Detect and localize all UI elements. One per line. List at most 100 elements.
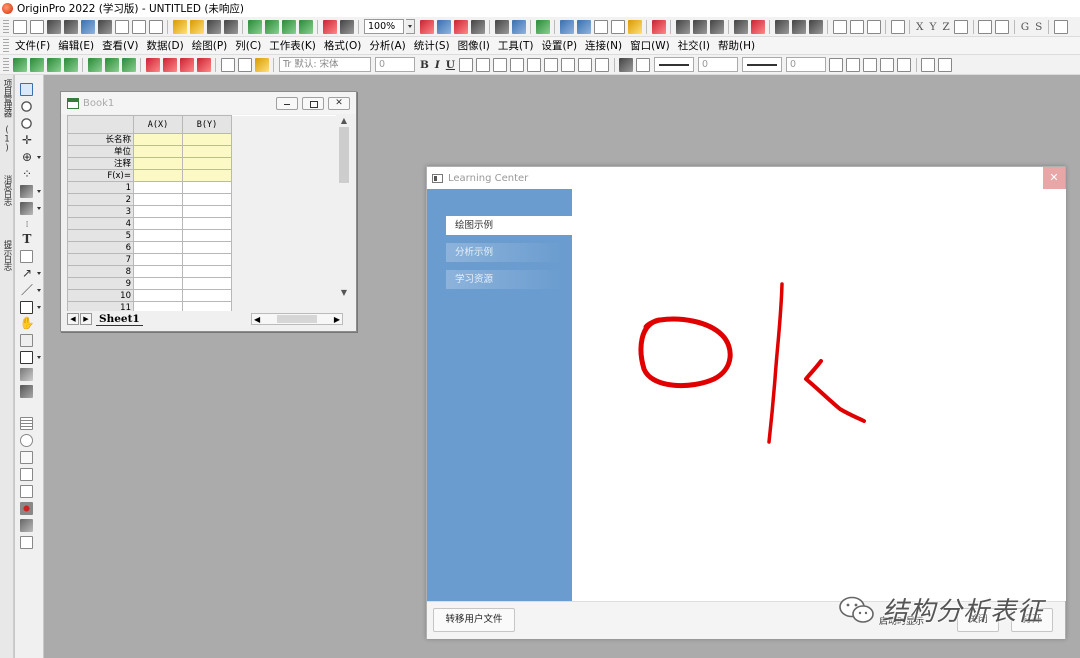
symbol-icon[interactable]: [880, 57, 895, 72]
menu-window[interactable]: 窗口(W): [630, 38, 670, 53]
text-tool-icon[interactable]: T: [19, 233, 35, 246]
distribute-icon[interactable]: [921, 57, 936, 72]
rectangle-tool-icon[interactable]: [20, 301, 33, 314]
meta-cell[interactable]: [182, 169, 232, 182]
custom-tool-icon[interactable]: [627, 19, 642, 34]
row-header[interactable]: 11: [67, 301, 134, 311]
statistics-icon[interactable]: [692, 19, 707, 34]
plot-symbol-icon[interactable]: [46, 57, 61, 72]
data-cell[interactable]: [133, 301, 183, 311]
grid-icon[interactable]: [863, 57, 878, 72]
menu-view[interactable]: 查看(V): [102, 38, 138, 53]
no-data-icon[interactable]: [20, 502, 33, 515]
font-increase-icon[interactable]: [527, 57, 542, 72]
results-log-icon[interactable]: [453, 19, 468, 34]
meta-cell[interactable]: [133, 157, 183, 170]
meta-cell[interactable]: [133, 169, 183, 182]
layer-tool-icon[interactable]: [20, 334, 33, 347]
chevron-down-icon[interactable]: [37, 356, 41, 361]
table-tool-icon[interactable]: [20, 451, 33, 464]
merge-tool-icon[interactable]: [20, 519, 33, 532]
superscript-icon[interactable]: [459, 57, 474, 72]
arrow-tool-icon[interactable]: ↗: [19, 267, 35, 280]
italic-button[interactable]: I: [435, 59, 440, 71]
column-chart-icon[interactable]: [791, 19, 806, 34]
close-icon[interactable]: ✕: [328, 96, 350, 110]
menu-data[interactable]: 数据(D): [146, 38, 183, 53]
supersub-icon[interactable]: [493, 57, 508, 72]
data-cell[interactable]: [133, 229, 183, 242]
stack-chart-icon[interactable]: [808, 19, 823, 34]
filter-icon[interactable]: [832, 19, 847, 34]
graph-browser-icon[interactable]: [559, 19, 574, 34]
close-icon[interactable]: ✕: [1043, 167, 1065, 189]
new-matrix-icon[interactable]: [97, 19, 112, 34]
transfer-user-files-button[interactable]: 转移用户文件: [433, 608, 515, 632]
duplicate-icon[interactable]: [419, 19, 434, 34]
bullet-icon[interactable]: [578, 57, 593, 72]
maximize-icon[interactable]: [302, 96, 324, 110]
data-cell[interactable]: [182, 289, 232, 302]
scroll-left-icon[interactable]: ◀: [254, 315, 260, 324]
row-header[interactable]: 5: [67, 229, 134, 242]
sheet-next-icon[interactable]: ▶: [80, 313, 92, 325]
refresh-icon[interactable]: [339, 19, 354, 34]
meta-cell[interactable]: [133, 145, 183, 158]
row-header[interactable]: 10: [67, 289, 134, 302]
data-cell[interactable]: [182, 181, 232, 194]
image-view-icon[interactable]: [610, 19, 625, 34]
workbook-title-bar[interactable]: Book1 ✕: [61, 92, 356, 114]
plot-column-icon[interactable]: [63, 57, 78, 72]
data-cell[interactable]: [182, 301, 232, 311]
data-cell[interactable]: [182, 265, 232, 278]
data-cell[interactable]: [182, 193, 232, 206]
paste-icon[interactable]: [254, 57, 269, 72]
fill-pattern-select[interactable]: [741, 57, 782, 72]
border-icon[interactable]: [846, 57, 861, 72]
zoom-out-icon[interactable]: [20, 117, 33, 130]
sort-icon[interactable]: [709, 19, 724, 34]
row-statistics-icon[interactable]: [750, 19, 765, 34]
worksheet-vertical-scrollbar[interactable]: ▲ ▼: [337, 115, 351, 311]
row-header[interactable]: 3: [67, 205, 134, 218]
chevron-down-icon[interactable]: [37, 306, 41, 311]
scroll-down-icon[interactable]: ▼: [337, 287, 351, 299]
axis-y-button[interactable]: Y: [929, 21, 936, 33]
worksheet-horizontal-scrollbar[interactable]: ◀ ▶: [251, 313, 343, 325]
row-header[interactable]: 4: [67, 217, 134, 230]
enlarge-icon[interactable]: [995, 19, 1010, 34]
error-bar-icon[interactable]: [954, 19, 969, 34]
menu-worksheet[interactable]: 工作表(K): [269, 38, 316, 53]
zoom-in-icon[interactable]: [20, 100, 33, 113]
flip-icon[interactable]: [938, 57, 953, 72]
layer-g-button[interactable]: G: [1021, 21, 1029, 33]
plot-3d-icon[interactable]: [121, 57, 136, 72]
line-color-icon[interactable]: [636, 57, 651, 72]
menu-edit[interactable]: 编辑(E): [58, 38, 94, 53]
smart-hint-log-tab[interactable]: 提示日志: [1, 240, 13, 270]
zoom-dropdown-arrow[interactable]: [406, 19, 415, 34]
scroll-thumb[interactable]: [339, 127, 349, 183]
plot-contour-icon[interactable]: [104, 57, 119, 72]
menu-column[interactable]: 列(C): [235, 38, 261, 53]
plot-add-icon[interactable]: [179, 57, 194, 72]
data-cell[interactable]: [133, 277, 183, 290]
underline-button[interactable]: U: [446, 59, 455, 71]
menu-statistics[interactable]: 统计(S): [414, 38, 450, 53]
scroll-right-icon[interactable]: ▶: [334, 315, 340, 324]
regional-selector-icon[interactable]: [20, 202, 33, 215]
column-header-a[interactable]: A(X): [133, 115, 183, 134]
reapply-filter-icon[interactable]: [866, 19, 881, 34]
shape-icon[interactable]: [897, 57, 912, 72]
menu-analysis[interactable]: 分析(A): [369, 38, 405, 53]
align-icon[interactable]: [561, 57, 576, 72]
worksheet-view-icon[interactable]: [593, 19, 608, 34]
code-builder-icon[interactable]: [494, 19, 509, 34]
chevron-down-icon[interactable]: [37, 207, 41, 212]
grid-corner[interactable]: [67, 115, 134, 134]
plot-area-icon[interactable]: [87, 57, 102, 72]
script-window-icon[interactable]: [511, 19, 526, 34]
menu-connectivity[interactable]: 连接(N): [585, 38, 622, 53]
nav-graph-samples[interactable]: 绘图示例: [446, 216, 572, 235]
row-header-units[interactable]: 单位: [67, 145, 134, 158]
